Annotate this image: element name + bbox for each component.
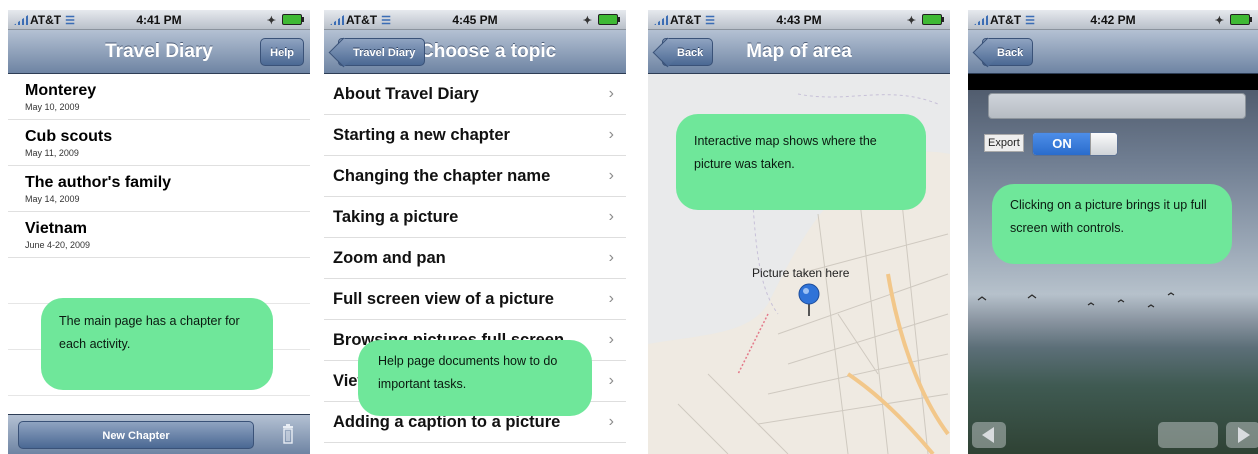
chapter-title: Cub scouts <box>25 128 113 145</box>
chapter-date: May 10, 2009 <box>25 102 80 112</box>
nav-bar: Back Map of area <box>648 30 950 74</box>
trash-icon[interactable] <box>282 424 294 444</box>
chapter-title: Vietnam <box>25 220 87 237</box>
help-button[interactable]: Help <box>260 38 304 66</box>
topic-row[interactable]: Zoom and pan › <box>324 238 626 279</box>
chevron-right-icon: › <box>608 167 614 184</box>
pin-label: Picture taken here <box>752 266 850 280</box>
screen-map: AT&T ☰ 4:43 PM ✦ Back Map of area Picture… <box>648 10 950 454</box>
new-chapter-button[interactable]: New Chapter <box>18 421 254 449</box>
callout-help: Help page documents how to do important … <box>358 340 592 416</box>
switch-on-label: ON <box>1033 133 1091 155</box>
status-bar: AT&T ☰ 4:43 PM ✦ <box>648 10 950 30</box>
battery-icon <box>282 14 304 25</box>
chapter-date: May 14, 2009 <box>25 194 80 204</box>
topic-label: Taking a picture <box>333 208 459 226</box>
switch-knob[interactable] <box>1090 133 1117 155</box>
topic-row[interactable]: About Travel Diary › <box>324 74 626 115</box>
arrow-right-icon <box>1238 427 1250 443</box>
bluetooth-icon: ✦ <box>1214 15 1224 27</box>
birds-decoration <box>977 292 1175 308</box>
page-title: Choose a topic <box>420 41 557 62</box>
chapter-row[interactable]: Monterey May 10, 2009 <box>8 74 310 120</box>
back-button-travel-diary[interactable]: Travel Diary <box>338 38 426 66</box>
clock: 4:43 PM <box>776 13 822 27</box>
chevron-right-icon: › <box>608 208 614 225</box>
previous-photo-button[interactable] <box>972 422 1006 448</box>
chevron-right-icon: › <box>608 126 614 143</box>
bluetooth-icon: ✦ <box>906 15 916 27</box>
photo-top-bar <box>968 74 1258 90</box>
chapter-title: Monterey <box>25 82 97 99</box>
chapter-date: June 4-20, 2009 <box>25 240 91 250</box>
topic-row[interactable]: Starting a new chapter › <box>324 115 626 156</box>
chevron-right-icon: › <box>608 331 614 348</box>
topic-label: About Travel Diary <box>333 85 479 103</box>
topic-row[interactable]: Changing the chapter name › <box>324 156 626 197</box>
topic-label: Starting a new chapter <box>333 126 510 144</box>
topic-row[interactable]: Full screen view of a picture › <box>324 279 626 320</box>
fullscreen-photo[interactable] <box>968 74 1258 454</box>
bluetooth-icon: ✦ <box>582 15 592 27</box>
bottom-toolbar: New Chapter <box>8 414 310 454</box>
nav-bar: Travel Diary Choose a topic <box>324 30 626 74</box>
clock: 4:45 PM <box>452 13 498 27</box>
chapter-date: May 11, 2009 <box>25 148 79 158</box>
topic-label: Zoom and pan <box>333 249 446 267</box>
topic-label: Changing the chapter name <box>333 167 551 185</box>
nav-bar: Travel Diary Help <box>8 30 310 74</box>
back-button[interactable]: Back <box>982 38 1034 66</box>
chevron-right-icon: › <box>608 85 614 102</box>
callout-map: Interactive map shows where the picture … <box>676 114 926 210</box>
export-switch[interactable]: ON <box>1032 132 1118 156</box>
caption-field[interactable] <box>988 93 1246 119</box>
chapter-title: The author's family <box>25 174 172 191</box>
chapter-row[interactable]: The author's family May 14, 2009 <box>8 166 310 212</box>
status-bar: AT&T ☰ 4:45 PM ✦ <box>324 10 626 30</box>
chevron-right-icon: › <box>608 372 614 389</box>
chevron-right-icon: › <box>608 290 614 307</box>
nav-bar: Back <box>968 30 1258 74</box>
arrow-left-icon <box>982 427 994 443</box>
battery-icon <box>1230 14 1252 25</box>
status-bar: AT&T ☰ 4:41 PM ✦ <box>8 10 310 30</box>
back-button[interactable]: Back <box>662 38 714 66</box>
clock: 4:41 PM <box>136 13 182 27</box>
callout-chapters: The main page has a chapter for each act… <box>41 298 273 390</box>
battery-icon <box>922 14 944 25</box>
map-pin-icon[interactable] <box>796 282 822 318</box>
export-label: Export <box>984 134 1024 152</box>
chapter-row[interactable]: Cub scouts May 11, 2009 <box>8 120 310 166</box>
battery-icon <box>598 14 620 25</box>
chevron-right-icon: › <box>608 249 614 266</box>
next-photo-button[interactable] <box>1226 422 1258 448</box>
status-bar: AT&T ☰ 4:42 PM ✦ <box>968 10 1258 30</box>
topic-label: Full screen view of a picture <box>333 290 554 308</box>
bluetooth-icon: ✦ <box>266 15 276 27</box>
chapter-row[interactable]: Vietnam June 4-20, 2009 <box>8 212 310 258</box>
photo-info-button[interactable] <box>1158 422 1218 448</box>
topic-row[interactable]: Taking a picture › <box>324 197 626 238</box>
callout-photo: Clicking on a picture brings it up full … <box>992 184 1232 264</box>
chevron-right-icon: › <box>608 413 614 430</box>
